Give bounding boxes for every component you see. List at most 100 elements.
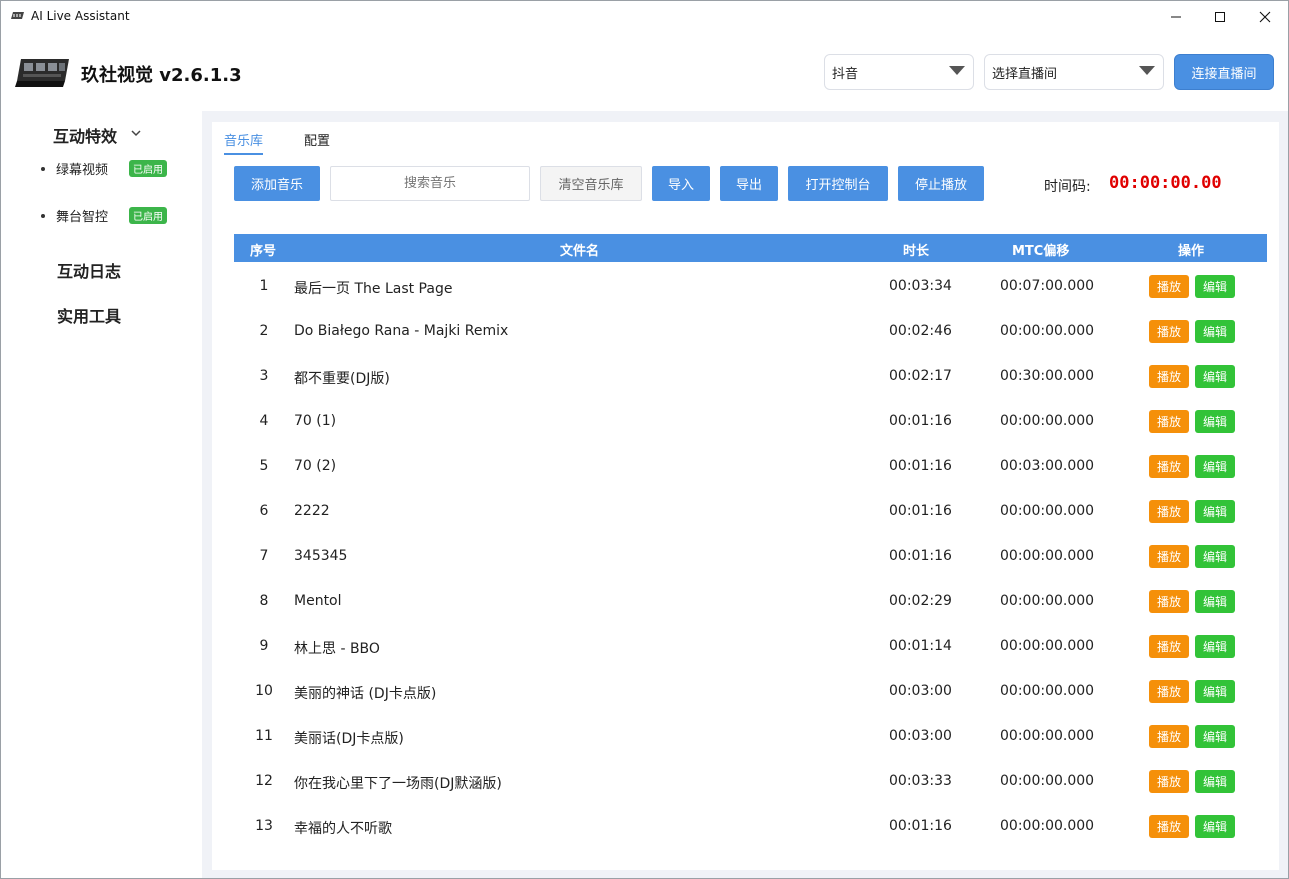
edit-button[interactable]: 编辑 — [1195, 725, 1235, 748]
edit-button[interactable]: 编辑 — [1195, 500, 1235, 523]
row-index: 4 — [259, 413, 269, 429]
row-index: 2 — [259, 323, 269, 339]
table-row[interactable]: 9 林上思 - BBO 00:01:14 00:00:00.000 播放 编辑 — [234, 624, 1267, 669]
sidebar-group-interactive-effects[interactable]: 互动特效 — [53, 123, 117, 147]
sidebar-item-label: 舞台智控 — [56, 210, 109, 225]
stop-playback-button[interactable]: 停止播放 — [898, 166, 984, 201]
platform-select[interactable]: 抖音 — [824, 54, 974, 90]
sidebar-item-utilities[interactable]: 实用工具 — [57, 303, 121, 327]
table-row[interactable]: 7 345345 00:01:16 00:00:00.000 播放 编辑 — [234, 534, 1267, 579]
play-button[interactable]: 播放 — [1149, 635, 1189, 658]
sidebar-item-interaction-log[interactable]: 互动日志 — [57, 258, 121, 282]
edit-button[interactable]: 编辑 — [1195, 635, 1235, 658]
chevron-down-icon[interactable] — [129, 128, 143, 138]
open-console-button[interactable]: 打开控制台 — [788, 166, 888, 201]
play-button[interactable]: 播放 — [1149, 410, 1189, 433]
edit-button[interactable]: 编辑 — [1195, 455, 1235, 478]
play-button[interactable]: 播放 — [1149, 815, 1189, 838]
row-filename: 345345 — [294, 548, 348, 564]
row-duration: 00:03:00 — [889, 683, 952, 699]
bullet-icon — [41, 166, 45, 171]
edit-button[interactable]: 编辑 — [1195, 275, 1235, 298]
sidebar: 互动特效 绿幕视频 已启用 舞台智控 已启用 互动日志 实用工具 — [1, 111, 202, 878]
row-duration: 00:01:16 — [889, 548, 952, 564]
row-duration: 00:02:29 — [889, 593, 952, 609]
row-filename: 2222 — [294, 503, 330, 519]
caret-down-icon — [1139, 66, 1155, 75]
column-header-index: 序号 — [250, 244, 277, 259]
connect-room-button[interactable]: 连接直播间 — [1174, 54, 1274, 90]
sidebar-item-stage-control[interactable]: 舞台智控 已启用 — [41, 206, 168, 225]
search-music-input[interactable] — [330, 166, 530, 201]
row-filename: 你在我心里下了一场雨(DJ默涵版) — [294, 776, 502, 792]
edit-button[interactable]: 编辑 — [1195, 320, 1235, 343]
table-row[interactable]: 11 美丽话(DJ卡点版) 00:03:00 00:00:00.000 播放 编辑 — [234, 714, 1267, 759]
column-header-duration: 时长 — [903, 244, 930, 259]
tab-music-library[interactable]: 音乐库 — [224, 130, 264, 155]
table-row[interactable]: 6 2222 00:01:16 00:00:00.000 播放 编辑 — [234, 489, 1267, 534]
row-mtc-offset: 00:00:00.000 — [1000, 773, 1095, 789]
clear-library-button[interactable]: 清空音乐库 — [540, 166, 642, 201]
table-row[interactable]: 12 你在我心里下了一场雨(DJ默涵版) 00:03:33 00:00:00.000 播… — [234, 759, 1267, 804]
row-filename: 70 (2) — [294, 458, 337, 474]
import-button[interactable]: 导入 — [652, 166, 710, 201]
row-index: 11 — [255, 728, 273, 744]
row-filename: 幸福的人不听歌 — [294, 821, 392, 837]
timecode-value: 00:00:00.00 — [1109, 173, 1222, 193]
export-button[interactable]: 导出 — [720, 166, 778, 201]
row-mtc-offset: 00:03:00.000 — [1000, 458, 1095, 474]
edit-button[interactable]: 编辑 — [1195, 815, 1235, 838]
row-index: 12 — [255, 773, 273, 789]
table-row[interactable]: 5 70 (2) 00:01:16 00:03:00.000 播放 编辑 — [234, 444, 1267, 489]
row-index: 3 — [259, 368, 269, 384]
play-button[interactable]: 播放 — [1149, 680, 1189, 703]
play-button[interactable]: 播放 — [1149, 275, 1189, 298]
play-button[interactable]: 播放 — [1149, 725, 1189, 748]
play-button[interactable]: 播放 — [1149, 500, 1189, 523]
close-button[interactable] — [1242, 1, 1288, 33]
play-button[interactable]: 播放 — [1149, 455, 1189, 478]
table-row[interactable]: 8 Mentol 00:02:29 00:00:00.000 播放 编辑 — [234, 579, 1267, 624]
edit-button[interactable]: 编辑 — [1195, 680, 1235, 703]
row-mtc-offset: 00:00:00.000 — [1000, 548, 1095, 564]
row-mtc-offset: 00:00:00.000 — [1000, 728, 1095, 744]
edit-button[interactable]: 编辑 — [1195, 365, 1235, 388]
minimize-icon — [1171, 16, 1181, 18]
tab-settings[interactable]: 配置 — [304, 130, 330, 153]
row-mtc-offset: 00:00:00.000 — [1000, 818, 1095, 834]
row-mtc-offset: 00:00:00.000 — [1000, 683, 1095, 699]
play-button[interactable]: 播放 — [1149, 770, 1189, 793]
table-row[interactable]: 3 都不重要(DJ版) 00:02:17 00:30:00.000 播放 编辑 — [234, 354, 1267, 399]
row-filename: 都不重要(DJ版) — [294, 371, 390, 387]
play-button[interactable]: 播放 — [1149, 545, 1189, 568]
column-header-actions: 操作 — [1178, 244, 1205, 259]
row-filename: 美丽的神话 (DJ卡点版) — [294, 686, 437, 702]
row-index: 5 — [259, 458, 269, 474]
table-row[interactable]: 13 幸福的人不听歌 00:01:16 00:00:00.000 播放 编辑 — [234, 804, 1267, 849]
play-button[interactable]: 播放 — [1149, 590, 1189, 613]
row-filename: 70 (1) — [294, 413, 337, 429]
timecode-label: 时间码: — [1044, 179, 1091, 195]
edit-button[interactable]: 编辑 — [1195, 410, 1235, 433]
row-index: 8 — [259, 593, 269, 609]
row-duration: 00:03:34 — [889, 278, 952, 294]
edit-button[interactable]: 编辑 — [1195, 545, 1235, 568]
play-button[interactable]: 播放 — [1149, 365, 1189, 388]
row-index: 1 — [259, 278, 269, 294]
room-select[interactable]: 选择直播间 — [984, 54, 1164, 90]
caret-down-icon — [949, 66, 965, 75]
add-music-button[interactable]: 添加音乐 — [234, 166, 320, 201]
minimize-button[interactable] — [1153, 1, 1199, 33]
row-duration: 00:03:33 — [889, 773, 952, 789]
play-button[interactable]: 播放 — [1149, 320, 1189, 343]
status-badge: 已启用 — [129, 207, 168, 224]
sidebar-item-green-screen[interactable]: 绿幕视频 已启用 — [41, 159, 168, 178]
row-filename: 最后一页 The Last Page — [294, 281, 453, 297]
edit-button[interactable]: 编辑 — [1195, 590, 1235, 613]
table-row[interactable]: 2 Do Białego Rana - Majki Remix 00:02:46 00… — [234, 309, 1267, 354]
table-row[interactable]: 4 70 (1) 00:01:16 00:00:00.000 播放 编辑 — [234, 399, 1267, 444]
edit-button[interactable]: 编辑 — [1195, 770, 1235, 793]
maximize-button[interactable] — [1197, 1, 1243, 33]
table-row[interactable]: 1 最后一页 The Last Page 00:03:34 00:07:00.000 播… — [234, 264, 1267, 309]
table-row[interactable]: 10 美丽的神话 (DJ卡点版) 00:03:00 00:00:00.000 播放 编辑 — [234, 669, 1267, 714]
